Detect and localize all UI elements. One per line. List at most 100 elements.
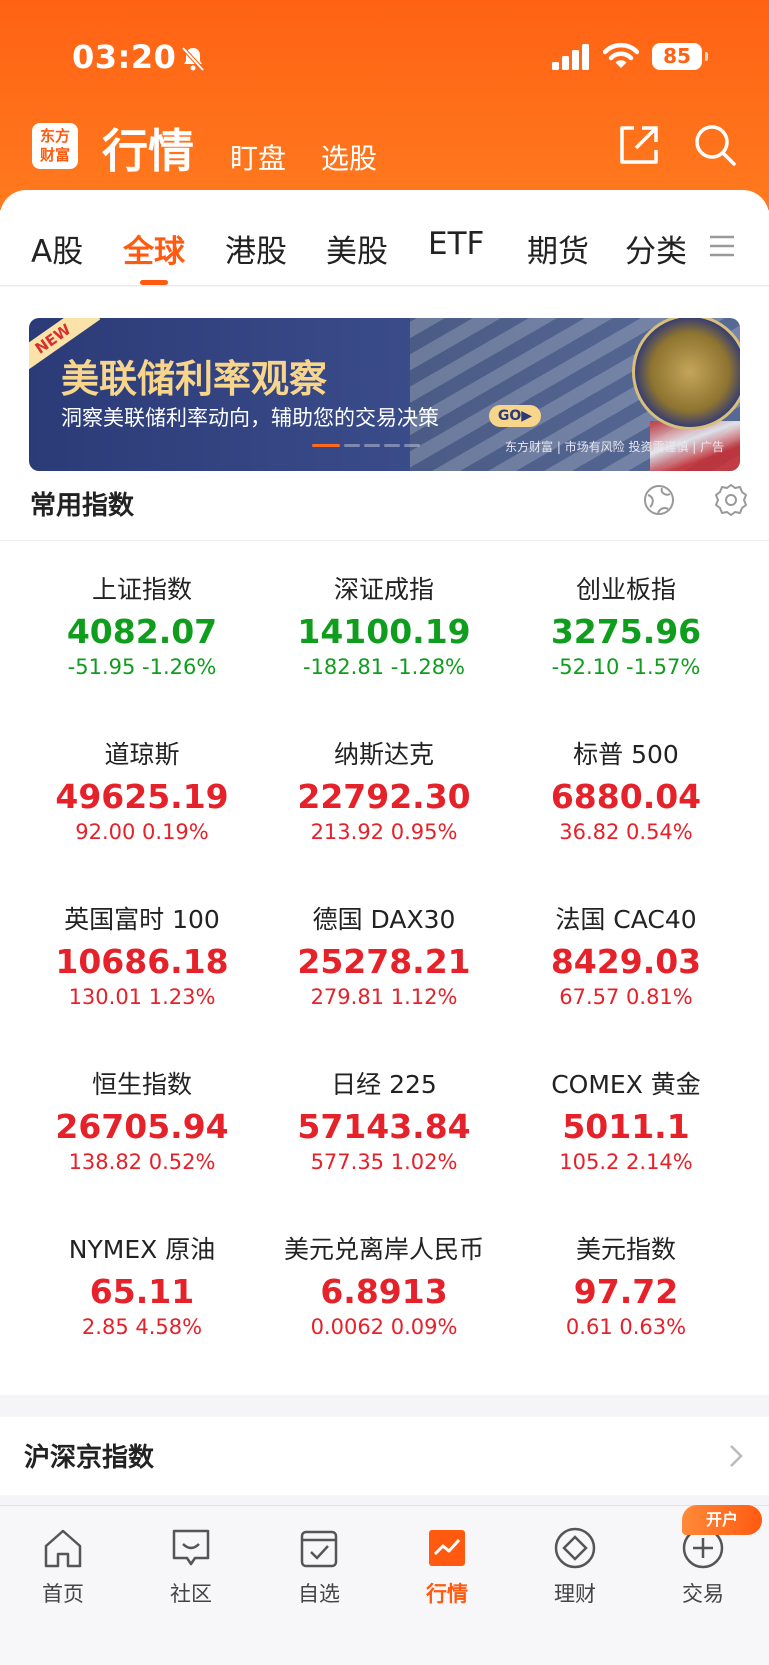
pagination-dot: [404, 444, 420, 447]
pagination-dot: [344, 444, 360, 447]
index-name: 日经 225: [331, 1070, 437, 1099]
banner-go-button[interactable]: GO▶: [489, 405, 541, 427]
tab-stock-picker[interactable]: 选股: [321, 137, 377, 177]
tab-watch[interactable]: 盯盘: [230, 137, 286, 177]
nav-home[interactable]: 首页: [13, 1518, 113, 1608]
index-change: 577.35 1.02%: [310, 1150, 458, 1174]
tab-global[interactable]: 全球: [123, 226, 185, 271]
section-title: 沪深京指数: [24, 1443, 155, 1473]
index-name: 美元指数: [575, 1235, 676, 1264]
index-name: COMEX 黄金: [551, 1070, 701, 1099]
sh-sz-bj-index-section[interactable]: 沪深京指数: [0, 1417, 769, 1495]
checklist-icon: [300, 1530, 338, 1568]
promo-banner[interactable]: NEW 美联储利率观察 洞察美联储利率动向，辅助您的交易决策 GO▶ 东方财富 …: [29, 318, 740, 471]
section-title: 常用指数: [30, 491, 135, 521]
app-bar: 东方 财富 行情 盯盘 选股: [0, 115, 769, 185]
index-card[interactable]: 英国富时 100 10686.18 130.01 1.23%: [21, 872, 263, 1022]
index-change: -51.95 -1.26%: [67, 655, 217, 679]
index-value: 57143.84: [297, 1107, 471, 1146]
index-value: 65.11: [89, 1272, 195, 1311]
index-change: -182.81 -1.28%: [302, 655, 466, 679]
fed-seal-image: [632, 318, 740, 430]
tab-futures[interactable]: 期货: [527, 226, 589, 271]
index-change: 2.85 4.58%: [81, 1315, 203, 1339]
index-card[interactable]: 创业板指 3275.96 -52.10 -1.57%: [505, 542, 747, 692]
logo-text-top: 东方: [39, 127, 70, 145]
market-tabs: A股 全球 港股 美股 ETF 期货 分类: [0, 190, 769, 286]
gear-icon[interactable]: [714, 483, 748, 517]
index-card[interactable]: 标普 500 6880.04 36.82 0.54%: [505, 707, 747, 857]
index-name: 美元兑离岸人民币: [283, 1235, 484, 1264]
nav-label: 理财: [554, 1582, 596, 1606]
banner-subtitle: 洞察美联储利率动向，辅助您的交易决策: [61, 406, 439, 430]
index-name: 德国 DAX30: [312, 905, 456, 934]
index-name: 道琼斯: [104, 740, 180, 769]
index-value: 6.8913: [320, 1272, 448, 1311]
index-name: 纳斯达克: [333, 740, 434, 769]
globe-icon[interactable]: [642, 483, 676, 517]
index-change: 130.01 1.23%: [68, 985, 216, 1009]
index-value: 49625.19: [55, 777, 229, 816]
index-card[interactable]: 日经 225 57143.84 577.35 1.02%: [263, 1037, 505, 1187]
common-index-header: 常用指数: [0, 471, 769, 541]
index-value: 6880.04: [550, 777, 702, 816]
index-card[interactable]: 德国 DAX30 25278.21 279.81 1.12%: [263, 872, 505, 1022]
index-card[interactable]: 美元兑离岸人民币 6.8913 0.0062 0.09%: [263, 1202, 505, 1352]
index-card[interactable]: 恒生指数 26705.94 138.82 0.52%: [21, 1037, 263, 1187]
menu-icon[interactable]: [708, 232, 736, 260]
page-title[interactable]: 行情: [102, 115, 194, 181]
index-card[interactable]: COMEX 黄金 5011.1 105.2 2.14%: [505, 1037, 747, 1187]
main-content: NEW 美联储利率观察 洞察美联储利率动向，辅助您的交易决策 GO▶ 东方财富 …: [0, 287, 769, 1395]
wifi-icon: [603, 42, 639, 68]
cellular-signal-icon: [552, 44, 589, 70]
index-card[interactable]: 道琼斯 49625.19 92.00 0.19%: [21, 707, 263, 857]
tab-hk[interactable]: 港股: [225, 226, 287, 271]
nav-community[interactable]: 社区: [141, 1518, 241, 1608]
index-name: 法国 CAC40: [555, 905, 697, 934]
tab-category[interactable]: 分类: [625, 226, 687, 271]
index-card[interactable]: 法国 CAC40 8429.03 67.57 0.81%: [505, 872, 747, 1022]
chat-bubble-icon: [172, 1529, 210, 1566]
nav-watchlist[interactable]: 自选: [269, 1518, 369, 1608]
index-value: 97.72: [573, 1272, 679, 1311]
bell-off-icon: [181, 46, 205, 72]
tab-us[interactable]: 美股: [326, 226, 388, 271]
index-name: 恒生指数: [91, 1070, 192, 1099]
open-account-badge[interactable]: 开户: [682, 1505, 762, 1535]
index-card[interactable]: NYMEX 原油 65.11 2.85 4.58%: [21, 1202, 263, 1352]
pagination-dot: [364, 444, 380, 447]
home-icon: [44, 1529, 82, 1568]
nav-label: 交易: [682, 1582, 724, 1606]
diamond-circle-icon: [554, 1527, 596, 1569]
index-card[interactable]: 美元指数 97.72 0.61 0.63%: [505, 1202, 747, 1352]
index-change: 0.0062 0.09%: [310, 1315, 458, 1339]
nav-label: 社区: [170, 1582, 212, 1606]
bottom-navigation: 首页 社区 自选 行情 理财 交易: [0, 1505, 769, 1665]
chevron-right-icon: [730, 1445, 743, 1467]
index-change: 92.00 0.19%: [75, 820, 209, 844]
index-value: 14100.19: [297, 612, 471, 651]
index-card[interactable]: 纳斯达克 22792.30 213.92 0.95%: [263, 707, 505, 857]
index-change: 138.82 0.52%: [68, 1150, 216, 1174]
nav-wealth[interactable]: 理财: [525, 1518, 625, 1608]
search-icon[interactable]: [692, 122, 738, 168]
index-value: 8429.03: [550, 942, 702, 981]
nav-market[interactable]: 行情: [397, 1518, 497, 1608]
nav-label: 自选: [298, 1582, 340, 1606]
index-name: 创业板指: [575, 575, 676, 604]
logo-text-bottom: 财富: [39, 146, 70, 164]
tab-a-share[interactable]: A股: [31, 226, 83, 271]
pagination-dot: [312, 444, 340, 447]
trend-chart-icon: [429, 1530, 465, 1566]
nav-label: 首页: [42, 1582, 84, 1606]
share-icon[interactable]: [616, 122, 662, 168]
index-card[interactable]: 上证指数 4082.07 -51.95 -1.26%: [21, 542, 263, 692]
status-time: 03:20: [72, 38, 177, 76]
index-name: 上证指数: [91, 575, 192, 604]
tab-etf[interactable]: ETF: [428, 226, 484, 262]
index-card[interactable]: 深证成指 14100.19 -182.81 -1.28%: [263, 542, 505, 692]
active-tab-indicator: [140, 280, 168, 285]
index-change: 105.2 2.14%: [559, 1150, 693, 1174]
index-value: 26705.94: [55, 1107, 229, 1146]
nav-label: 行情: [426, 1582, 468, 1606]
